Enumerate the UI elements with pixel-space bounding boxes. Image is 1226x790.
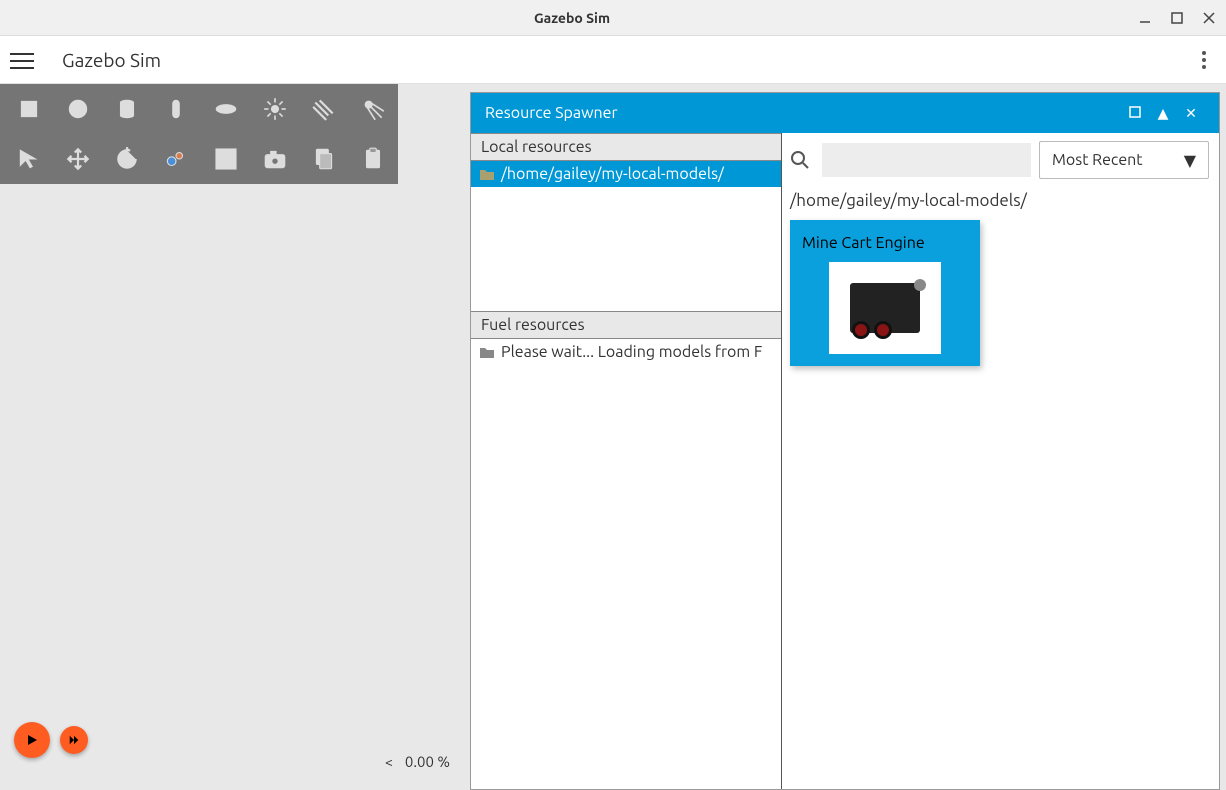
panel-dock-button[interactable] bbox=[1121, 105, 1149, 121]
paste-button[interactable] bbox=[349, 134, 398, 184]
window-title: Gazebo Sim bbox=[8, 10, 1136, 26]
insert-cylinder-button[interactable] bbox=[103, 84, 152, 134]
insert-box-button[interactable] bbox=[4, 84, 53, 134]
grid-config-button[interactable] bbox=[201, 134, 250, 184]
insert-sphere-button[interactable] bbox=[53, 84, 102, 134]
shape-toolbar bbox=[0, 84, 398, 184]
playback-controls bbox=[14, 722, 88, 758]
insert-point-light-button[interactable] bbox=[250, 84, 299, 134]
step-button[interactable] bbox=[60, 726, 88, 754]
chevron-down-icon: ▼ bbox=[1184, 151, 1196, 170]
insert-ellipsoid-button[interactable] bbox=[201, 84, 250, 134]
os-titlebar: Gazebo Sim bbox=[0, 0, 1226, 36]
panel-title: Resource Spawner bbox=[485, 104, 618, 122]
window-maximize-button[interactable] bbox=[1168, 9, 1186, 27]
copy-button[interactable] bbox=[300, 134, 349, 184]
local-path-text: /home/gailey/my-local-models/ bbox=[501, 165, 724, 183]
resource-browser: Most Recent ▼ /home/gailey/my-local-mode… bbox=[782, 133, 1219, 789]
sort-dropdown[interactable]: Most Recent ▼ bbox=[1039, 141, 1209, 179]
hamburger-menu-button[interactable] bbox=[10, 48, 34, 72]
local-resources-header: Local resources bbox=[471, 133, 781, 161]
panel-titlebar[interactable]: Resource Spawner ▲ ✕ bbox=[471, 93, 1219, 133]
model-thumbnail bbox=[829, 262, 941, 354]
insert-spot-light-button[interactable] bbox=[349, 84, 398, 134]
expand-time-icon[interactable]: < bbox=[385, 754, 393, 770]
model-card-mine-cart-engine[interactable]: Mine Cart Engine bbox=[790, 220, 980, 366]
model-card-title: Mine Cart Engine bbox=[802, 234, 968, 252]
play-button[interactable] bbox=[14, 722, 50, 758]
window-close-button[interactable] bbox=[1200, 9, 1218, 27]
insert-capsule-button[interactable] bbox=[152, 84, 201, 134]
resource-tree: Local resources /home/gailey/my-local-mo… bbox=[471, 133, 782, 789]
rotate-tool-button[interactable] bbox=[103, 134, 152, 184]
folder-icon bbox=[479, 345, 495, 359]
fuel-loading-row: Please wait... Loading models from F bbox=[471, 339, 781, 365]
transform-tool-button[interactable] bbox=[152, 134, 201, 184]
translate-tool-button[interactable] bbox=[53, 134, 102, 184]
search-icon[interactable] bbox=[786, 146, 814, 174]
panel-close-button[interactable]: ✕ bbox=[1177, 105, 1205, 122]
viewport-3d[interactable] bbox=[0, 84, 470, 790]
screenshot-button[interactable] bbox=[250, 134, 299, 184]
fuel-loading-text: Please wait... Loading models from F bbox=[501, 343, 762, 361]
folder-icon bbox=[479, 167, 495, 181]
sort-value: Most Recent bbox=[1052, 151, 1143, 169]
app-title: Gazebo Sim bbox=[62, 49, 1192, 71]
app-menubar: Gazebo Sim bbox=[0, 36, 1226, 84]
fuel-resources-header: Fuel resources bbox=[471, 311, 781, 339]
panel-collapse-button[interactable]: ▲ bbox=[1149, 105, 1177, 122]
main-area: < 0.00 % Resource Spawner ▲ ✕ Local reso… bbox=[0, 84, 1226, 790]
scene-model-mine-cart[interactable] bbox=[218, 489, 258, 529]
sim-time-display: < 0.00 % bbox=[385, 753, 450, 770]
sim-time-value: 0.00 % bbox=[405, 753, 450, 770]
search-input[interactable] bbox=[822, 143, 1031, 177]
select-tool-button[interactable] bbox=[4, 134, 53, 184]
insert-directional-light-button[interactable] bbox=[300, 84, 349, 134]
window-minimize-button[interactable] bbox=[1136, 9, 1154, 27]
kebab-menu-button[interactable] bbox=[1192, 48, 1216, 72]
current-path-label: /home/gailey/my-local-models/ bbox=[782, 187, 1219, 220]
local-path-row[interactable]: /home/gailey/my-local-models/ bbox=[471, 161, 781, 187]
resource-spawner-panel: Resource Spawner ▲ ✕ Local resources /ho… bbox=[470, 92, 1220, 790]
